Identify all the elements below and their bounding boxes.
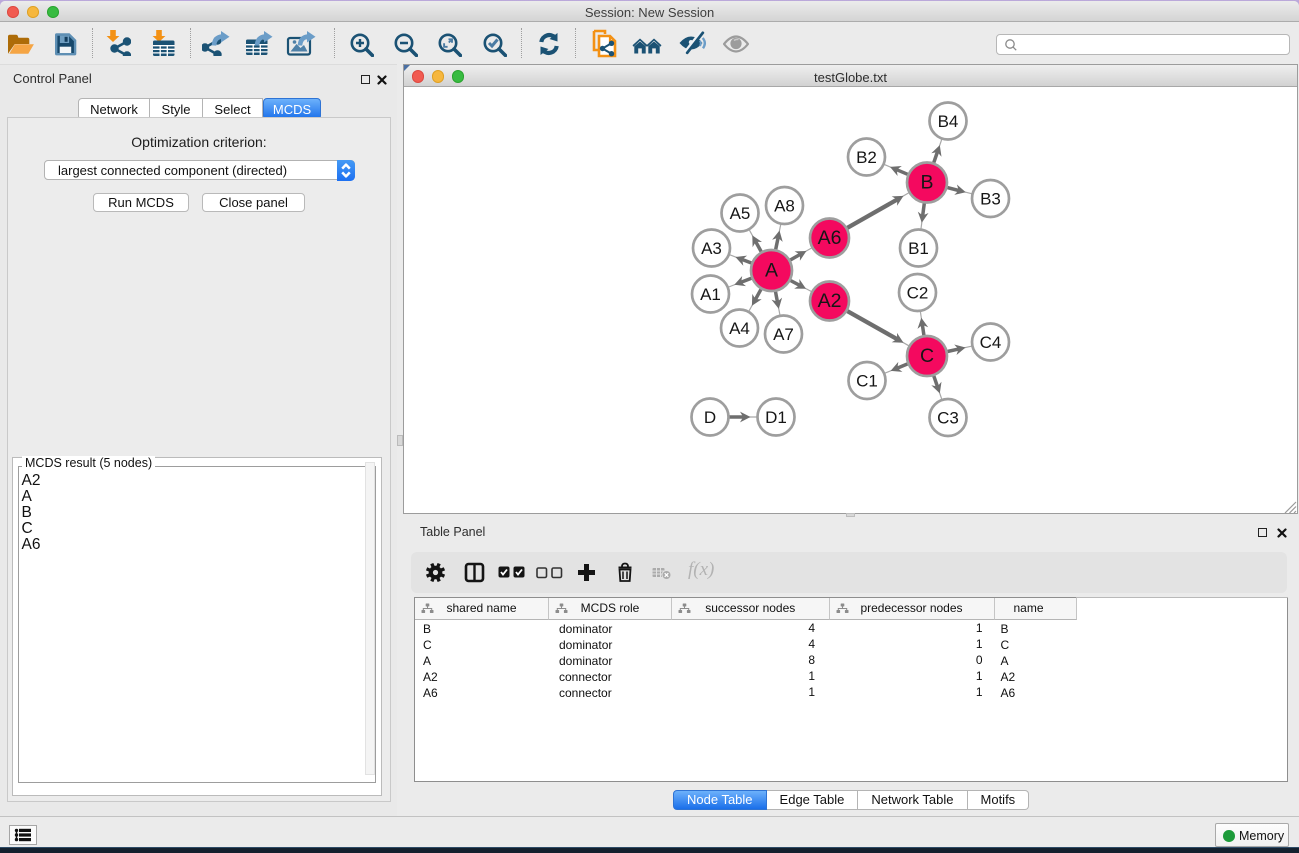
svg-text:B2: B2 (856, 148, 877, 167)
svg-text:A: A (765, 259, 778, 281)
svg-text:D1: D1 (765, 408, 787, 427)
svg-text:A5: A5 (730, 204, 751, 223)
svg-text:A3: A3 (701, 239, 722, 258)
svg-text:A8: A8 (774, 196, 795, 215)
svg-text:A7: A7 (773, 325, 794, 344)
svg-text:A4: A4 (729, 319, 750, 338)
svg-text:C4: C4 (980, 333, 1002, 352)
svg-text:A1: A1 (700, 285, 721, 304)
svg-text:C3: C3 (937, 408, 959, 427)
svg-text:B4: B4 (938, 112, 959, 131)
svg-text:C2: C2 (907, 283, 929, 302)
svg-text:D: D (704, 408, 716, 427)
svg-text:C: C (920, 345, 934, 367)
svg-text:C1: C1 (856, 371, 878, 390)
svg-text:B1: B1 (908, 239, 929, 258)
svg-text:B: B (920, 171, 933, 193)
svg-text:B3: B3 (980, 189, 1001, 208)
svg-text:A2: A2 (818, 290, 842, 312)
svg-text:A6: A6 (818, 227, 842, 249)
